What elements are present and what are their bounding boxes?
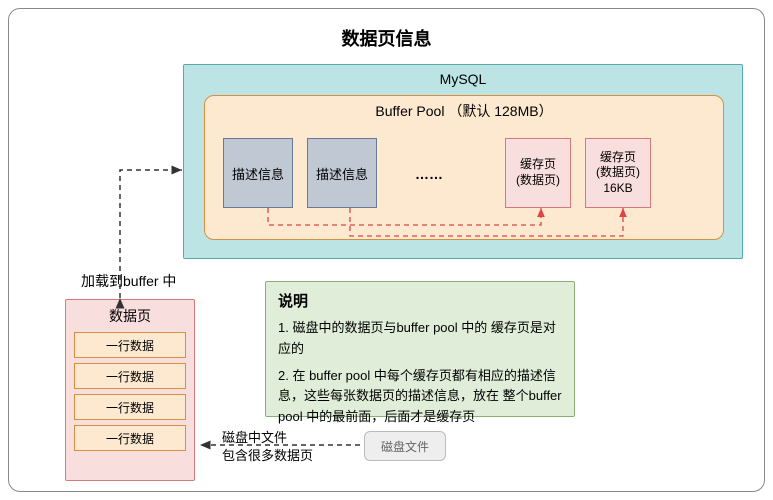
cache-page-box-2: 缓存页 (数据页) 16KB xyxy=(585,138,651,208)
disk-file-text: 磁盘中文件 包含很多数据页 xyxy=(222,429,313,465)
desc-info-box-2: 描述信息 xyxy=(307,138,377,208)
explanation-p2: 2. 在 buffer pool 中每个缓存页都有相应的描述信息，这些每张数据页… xyxy=(278,366,562,428)
explanation-title: 说明 xyxy=(278,290,562,314)
explanation-box: 说明 1. 磁盘中的数据页与buffer pool 中的 缓存页是对应的 2. … xyxy=(265,281,575,417)
cache-page-box-1: 缓存页 (数据页) xyxy=(505,138,571,208)
buffer-pool-label: Buffer Pool （默认 128MB） xyxy=(205,101,723,121)
load-to-buffer-label: 加载到buffer 中 xyxy=(81,271,176,291)
data-page-title: 数据页 xyxy=(66,306,194,326)
data-row: 一行数据 xyxy=(74,394,186,420)
data-row: 一行数据 xyxy=(74,332,186,358)
buffer-pool-container: Buffer Pool （默认 128MB） 描述信息 描述信息 …… 缓存页 … xyxy=(204,95,724,240)
explanation-p1: 1. 磁盘中的数据页与buffer pool 中的 缓存页是对应的 xyxy=(278,318,562,360)
mysql-label: MySQL xyxy=(184,71,742,87)
data-page-container: 数据页 一行数据 一行数据 一行数据 一行数据 xyxy=(65,299,195,481)
data-row: 一行数据 xyxy=(74,363,186,389)
diagram-container: 数据页信息 MySQL Buffer Pool （默认 128MB） 描述信息 … xyxy=(8,8,765,492)
disk-file-box: 磁盘文件 xyxy=(364,431,446,461)
data-row: 一行数据 xyxy=(74,425,186,451)
desc-info-box-1: 描述信息 xyxy=(223,138,293,208)
ellipsis: …… xyxy=(415,166,443,182)
page-title: 数据页信息 xyxy=(9,25,764,51)
mysql-container: MySQL Buffer Pool （默认 128MB） 描述信息 描述信息 …… xyxy=(183,64,743,259)
